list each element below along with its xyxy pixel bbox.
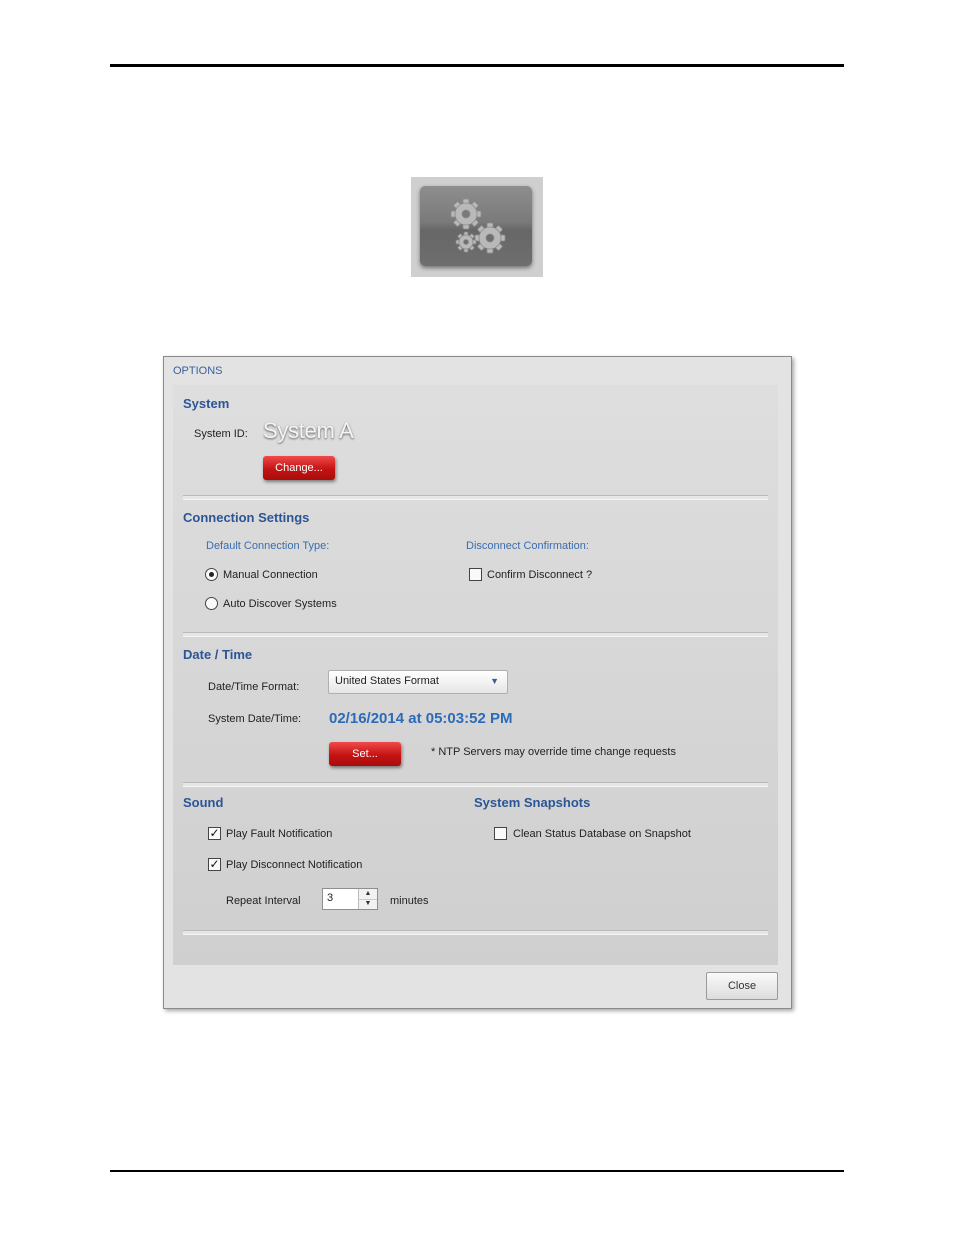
clean-status-label: Clean Status Database on Snapshot <box>513 828 691 840</box>
manual-connection-label: Manual Connection <box>223 569 318 581</box>
section-divider <box>183 632 768 637</box>
settings-icon-frame <box>411 177 543 277</box>
confirm-disconnect-checkbox[interactable] <box>469 568 482 581</box>
datetime-format-label: Date/Time Format: <box>208 681 300 693</box>
auto-discover-label: Auto Discover Systems <box>223 598 337 610</box>
datetime-format-select[interactable]: United States Format ▼ <box>328 670 508 694</box>
section-snapshots-title: System Snapshots <box>474 795 591 810</box>
dialog-body: System System ID: System A Change... Con… <box>173 385 778 965</box>
radio-selected-dot <box>209 572 214 577</box>
section-divider <box>183 782 768 787</box>
system-id-label: System ID: <box>194 428 248 440</box>
section-system-title: System <box>183 396 230 411</box>
change-system-id-button[interactable]: Change... <box>263 456 335 480</box>
clean-status-checkbox[interactable] <box>494 827 507 840</box>
stepper-arrows: ▲ ▼ <box>358 889 377 909</box>
stepper-down-icon[interactable]: ▼ <box>359 899 377 909</box>
gears-icon <box>450 198 506 254</box>
section-divider <box>183 495 768 500</box>
section-datetime-title: Date / Time <box>183 647 253 662</box>
confirm-disconnect-label: Confirm Disconnect ? <box>487 569 593 581</box>
connection-type-label: Default Connection Type: <box>206 540 330 552</box>
play-disconnect-label: Play Disconnect Notification <box>226 859 363 871</box>
disconnect-confirmation-label: Disconnect Confirmation: <box>466 540 589 552</box>
section-sound-title: Sound <box>183 795 224 810</box>
system-datetime-value: 02/16/2014 at 05:03:52 PM <box>329 710 513 727</box>
repeat-interval-label: Repeat Interval <box>226 895 301 907</box>
chevron-down-icon: ▼ <box>490 676 499 686</box>
section-connection-title: Connection Settings <box>183 510 310 525</box>
dialog-title: OPTIONS <box>173 365 223 377</box>
play-fault-label: Play Fault Notification <box>226 828 333 840</box>
repeat-interval-stepper[interactable]: 3 ▲ ▼ <box>322 888 378 910</box>
set-datetime-button[interactable]: Set... <box>329 742 401 766</box>
options-dialog: OPTIONS System System ID: System A Chang… <box>163 356 792 1009</box>
play-disconnect-checkbox[interactable]: ✓ <box>208 858 221 871</box>
repeat-interval-unit: minutes <box>390 895 429 907</box>
system-id-value: System A <box>263 418 354 443</box>
datetime-format-value: United States Format <box>335 675 439 687</box>
header-rule <box>110 64 844 67</box>
repeat-interval-value: 3 <box>327 892 334 904</box>
close-button[interactable]: Close <box>706 972 778 1000</box>
system-datetime-label: System Date/Time: <box>208 713 302 725</box>
manual-connection-radio[interactable] <box>205 568 218 581</box>
section-divider <box>183 930 768 935</box>
settings-button[interactable] <box>420 186 532 266</box>
play-fault-checkbox[interactable]: ✓ <box>208 827 221 840</box>
ntp-note: * NTP Servers may override time change r… <box>431 746 676 758</box>
footer-rule <box>110 1170 844 1172</box>
auto-discover-radio[interactable] <box>205 597 218 610</box>
